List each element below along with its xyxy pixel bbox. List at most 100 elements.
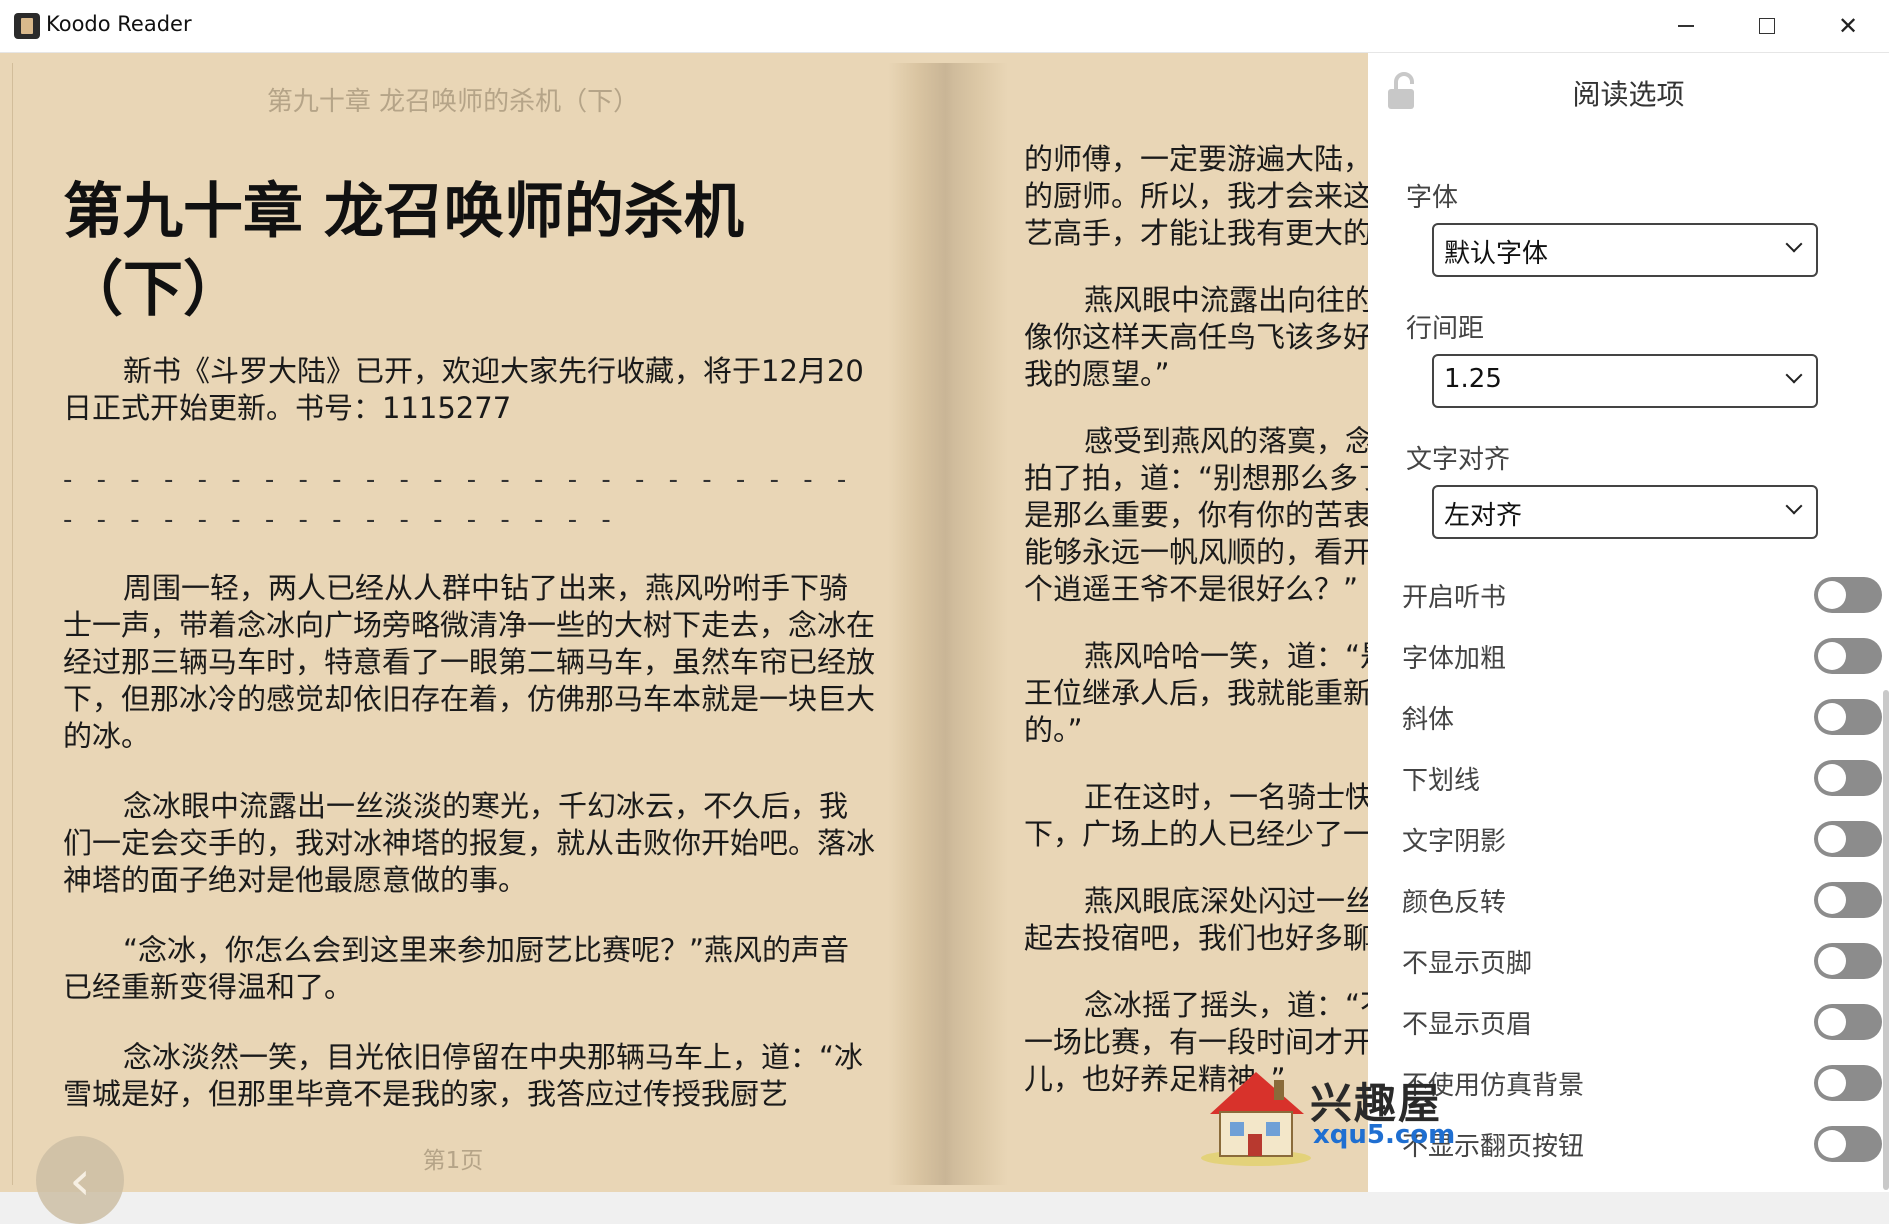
minimize-icon (1678, 25, 1694, 27)
paragraph: “念冰，你怎么会到这里来参加厨艺比赛呢？”燕风的声音已经重新变得温和了。 (63, 933, 850, 1004)
toggle-switch[interactable] (1814, 1004, 1882, 1040)
toggle-row: 下划线 (1402, 758, 1882, 802)
separator-dashes: - - - - - - - - - - - - - - - - - - - - … (63, 465, 855, 535)
running-header: 第九十章 龙召唤师的杀机（下） (266, 87, 640, 117)
maximize-button[interactable] (1727, 0, 1807, 52)
toggle-knob (1818, 886, 1846, 914)
right-page[interactable]: 》 的师傅，一定要游遍大陆，的厨师。所以，我才会来这艺高手，才能让我有更大的燕风… (1008, 63, 1368, 1185)
toggle-switch[interactable] (1814, 882, 1882, 918)
watermark-url: xqu5.com (1313, 1120, 1456, 1150)
app-logo-icon (14, 13, 40, 39)
left-text-column: 新书《斗罗大陆》已开，欢迎大家先行收藏，将于12月20日正式开始更新。书号：11… (63, 353, 875, 1146)
toggle-label: 斜体 (1402, 705, 1455, 735)
toggle-switch[interactable] (1814, 1065, 1882, 1101)
toggle-knob (1818, 1008, 1846, 1036)
toggle-knob (1818, 1069, 1846, 1097)
text-align-label: 文字对齐 (1406, 445, 1511, 475)
chapter-title: 第九十章 龙召唤师的杀机（下） (63, 177, 744, 325)
left-page[interactable]: 第九十章 龙召唤师的杀机（下） 第九十章 龙召唤师的杀机（下） 新书《斗罗大陆》… (12, 63, 893, 1185)
toggle-knob (1818, 764, 1846, 792)
title-bar: Koodo Reader ✕ (0, 0, 1889, 53)
text-line: 下，广场上的人已经少了一 (1024, 817, 1368, 851)
toggle-knob (1818, 947, 1846, 975)
chevron-down-icon (1785, 366, 1803, 384)
minimize-button[interactable] (1646, 0, 1726, 52)
text-line: 是那么重要，你有你的苦衷 (1024, 498, 1368, 532)
toggle-knob (1818, 1130, 1846, 1158)
toggle-row: 字体加粗 (1402, 636, 1882, 680)
page-number: 第1页 (422, 1148, 484, 1174)
panel-scrollbar[interactable] (1883, 690, 1889, 1190)
toggle-switch[interactable] (1814, 577, 1882, 613)
paragraph: 念冰眼中流露出一丝淡淡的寒光，千幻冰云，不久后，我们一定会交手的，我对冰神塔的报… (63, 789, 876, 897)
line-height-label: 行间距 (1406, 314, 1485, 344)
chevron-left-icon: ‹ (69, 1148, 91, 1212)
right-paragraph: 正在这时，一名骑士快 下，广场上的人已经少了一 (1024, 779, 1368, 853)
paragraph: 新书《斗罗大陆》已开，欢迎大家先行收藏，将于12月20日正式开始更新。书号：11… (63, 354, 864, 425)
toggle-row: 不显示翻页按钮 (1402, 1124, 1882, 1168)
panel-title: 阅读选项 (1572, 78, 1685, 111)
reading-options-panel: 阅读选项 字体 默认字体 行间距 1.25 文字对齐 左对齐 开启听书字体加粗斜… (1368, 53, 1889, 1192)
text-line: 我的愿望。” (1024, 357, 1170, 391)
text-line: 念冰摇了摇头，道：“不 (1084, 988, 1368, 1022)
maximize-icon (1759, 18, 1775, 34)
close-icon: ✕ (1837, 12, 1859, 40)
paragraph: 周围一轻，两人已经从人群中钻了出来，燕风吩咐手下骑士一声，带着念冰向广场旁略微清… (63, 571, 876, 753)
right-paragraph: 感受到燕风的落寞，念 拍了拍，道：“别想那么多了 是那么重要，你有你的苦衷 能够永远一… (1024, 423, 1368, 608)
toggle-switch[interactable] (1814, 1126, 1882, 1162)
toggle-label: 字体加粗 (1402, 644, 1507, 674)
text-line: 感受到燕风的落寞，念 (1084, 424, 1368, 458)
text-line: 起去投宿吧，我们也好多聊 (1024, 921, 1368, 955)
text-line: 个逍遥王爷不是很好么？” (1024, 572, 1359, 606)
text-line: 的。” (1024, 713, 1083, 747)
text-line: 拍了拍，道：“别想那么多了 (1024, 461, 1368, 495)
text-line: 的师傅，一定要游遍大陆， (1024, 142, 1368, 176)
toggle-row: 开启听书 (1402, 575, 1882, 619)
text-line: 燕风眼底深处闪过一丝 (1084, 884, 1368, 918)
line-height-select[interactable]: 1.25 (1432, 354, 1818, 408)
font-select[interactable]: 默认字体 (1432, 223, 1818, 277)
right-paragraph: 燕风眼底深处闪过一丝 起去投宿吧，我们也好多聊 (1024, 883, 1368, 957)
toggle-label: 不显示页脚 (1402, 949, 1533, 979)
text-align-select[interactable]: 左对齐 (1432, 485, 1818, 539)
text-line: 燕风哈哈一笑，道：“是 (1084, 639, 1368, 673)
toggle-knob (1818, 703, 1846, 731)
toggle-label: 下划线 (1402, 766, 1481, 796)
close-button[interactable]: ✕ (1808, 0, 1888, 52)
paragraph: 念冰淡然一笑，目光依旧停留在中央那辆马车上，道：“冰雪城是好，但那里毕竟不是我的… (63, 1040, 864, 1111)
toggle-row: 斜体 (1402, 697, 1882, 741)
toggle-label: 不显示页眉 (1402, 1010, 1533, 1040)
text-line: 像你这样天高任鸟飞该多好 (1024, 320, 1368, 354)
toggle-label: 颜色反转 (1402, 888, 1507, 918)
toggle-knob (1818, 642, 1846, 670)
text-line: 王位继承人后，我就能重新 (1024, 676, 1368, 710)
right-text-column: 的师傅，一定要游遍大陆， 的厨师。所以，我才会来这 艺高手，才能让我有更大的 燕风眼中… (1024, 141, 1368, 1128)
text-line: 正在这时，一名骑士快 (1084, 780, 1368, 814)
previous-page-button[interactable]: ‹ (36, 1136, 124, 1224)
toggle-label: 文字阴影 (1402, 827, 1507, 857)
text-line: 艺高手，才能让我有更大的 (1024, 216, 1368, 250)
chevron-down-icon (1785, 497, 1803, 515)
reader-area[interactable]: 第九十章 龙召唤师的杀机（下） 第九十章 龙召唤师的杀机（下） 新书《斗罗大陆》… (0, 53, 1368, 1224)
toggle-row: 不显示页脚 (1402, 941, 1882, 985)
font-select-value: 默认字体 (1444, 239, 1549, 269)
right-paragraph: 燕风哈哈一笑，道：“是 王位继承人后，我就能重新 的。” (1024, 638, 1368, 749)
toggle-row: 颜色反转 (1402, 880, 1882, 924)
toggle-switch[interactable] (1814, 699, 1882, 735)
toggle-knob (1818, 825, 1846, 853)
toggle-row: 文字阴影 (1402, 819, 1882, 863)
toggle-row: 不使用仿真背景 (1402, 1063, 1882, 1107)
right-paragraph: 的师傅，一定要游遍大陆， 的厨师。所以，我才会来这 艺高手，才能让我有更大的 (1024, 141, 1368, 252)
text-line: 燕风眼中流露出向往的 (1084, 283, 1368, 317)
text-line: 的厨师。所以，我才会来这 (1024, 179, 1368, 213)
toggle-label: 开启听书 (1402, 583, 1507, 613)
font-label: 字体 (1406, 183, 1459, 213)
toggle-switch[interactable] (1814, 943, 1882, 979)
text-line: 能够永远一帆风顺的，看开 (1024, 535, 1368, 569)
toggle-switch[interactable] (1814, 760, 1882, 796)
toggle-knob (1818, 581, 1846, 609)
chevron-down-icon (1785, 235, 1803, 253)
right-paragraph: 燕风眼中流露出向往的 像你这样天高任鸟飞该多好 我的愿望。” (1024, 282, 1368, 393)
toggle-switch[interactable] (1814, 821, 1882, 857)
toggle-switch[interactable] (1814, 638, 1882, 674)
